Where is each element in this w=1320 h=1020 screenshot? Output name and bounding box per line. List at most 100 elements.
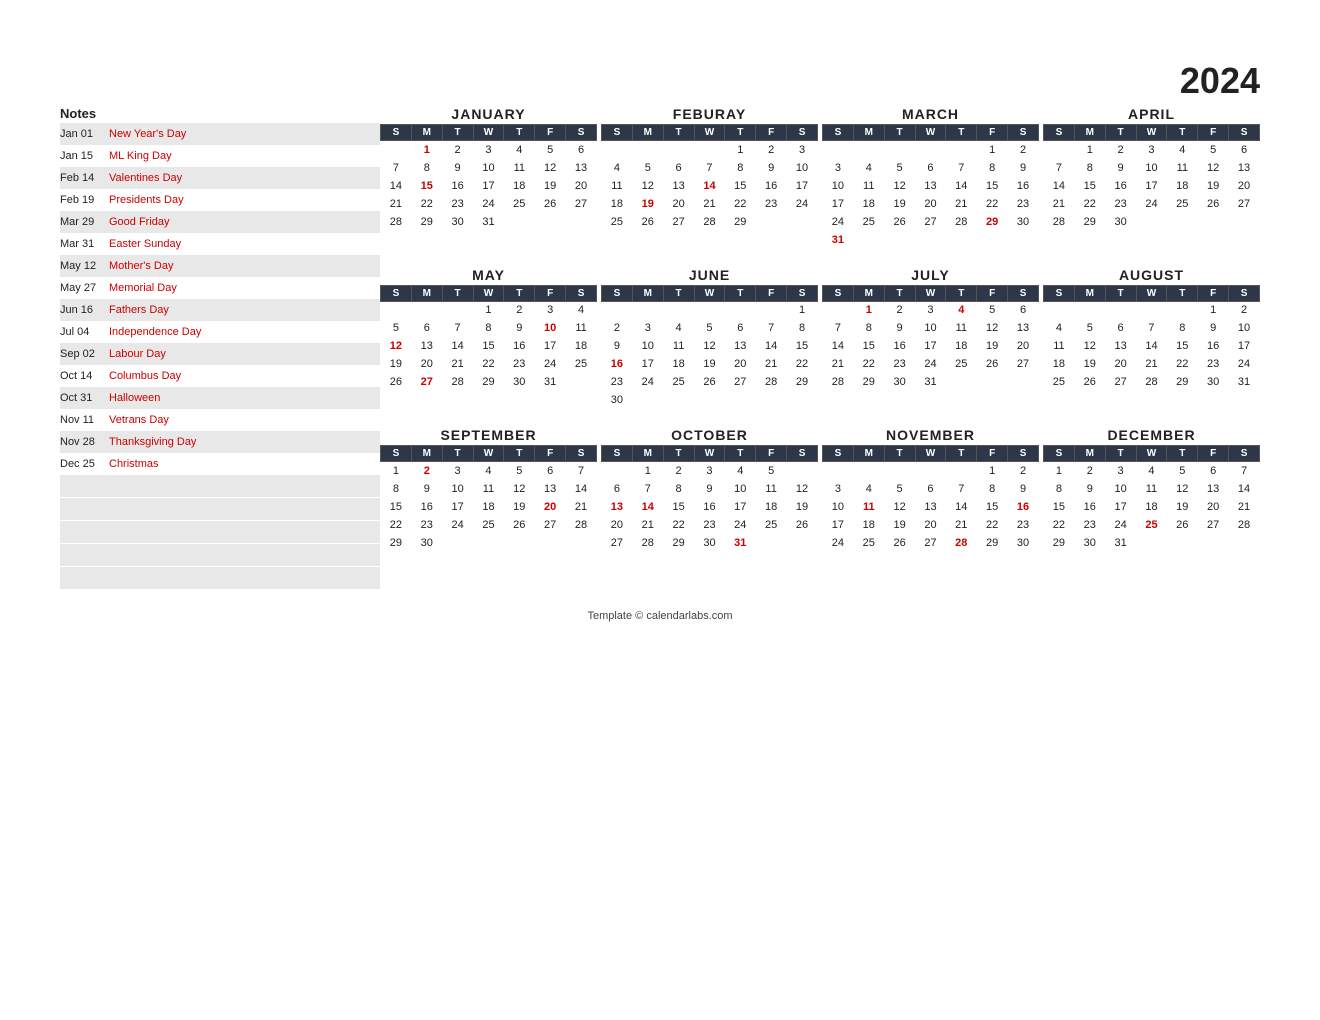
- table-row: 45678910: [602, 159, 818, 177]
- table-row: 12: [1044, 301, 1260, 319]
- table-row: 293031: [1044, 534, 1260, 552]
- holiday-date: Oct 14: [60, 370, 105, 382]
- holiday-row: Jan 15ML King Day: [60, 145, 380, 167]
- table-row: 78910111213: [823, 319, 1039, 337]
- holiday-row: Jul 04Independence Day: [60, 321, 380, 343]
- holiday-date: Jul 04: [60, 326, 105, 338]
- table-row: 14151617181920: [823, 337, 1039, 355]
- table-row: 22232425262728: [1044, 516, 1260, 534]
- table-row: 891011121314: [381, 480, 597, 498]
- month-april: APRIL SMTWTFS 123456 78910111213: [1043, 106, 1260, 249]
- note-blank-1: [60, 475, 380, 497]
- table-row: 11121314151617: [602, 177, 818, 195]
- table-row: 891011121314: [1044, 480, 1260, 498]
- notes-panel: Notes Jan 01New Year's DayJan 15ML King …: [60, 106, 380, 590]
- table-row: 2728293031: [602, 534, 818, 552]
- holiday-date: Sep 02: [60, 348, 105, 360]
- holiday-name: Good Friday: [105, 216, 380, 228]
- table-row: 28293031: [381, 213, 597, 231]
- table-row: 123456: [823, 301, 1039, 319]
- table-row: 31: [823, 231, 1039, 249]
- holiday-name: Halloween: [105, 392, 380, 404]
- table-row: 11121314151617: [1044, 337, 1260, 355]
- table-row: 22232425262728: [381, 516, 597, 534]
- calendars-panel: JANUARY SMTWTFS 123456 78910111213: [380, 106, 1260, 590]
- main-layout: Notes Jan 01New Year's DayJan 15ML King …: [60, 106, 1260, 590]
- table-row: 6789101112: [602, 480, 818, 498]
- holiday-name: Fathers Day: [105, 304, 380, 316]
- note-blank-4: [60, 544, 380, 566]
- table-row: 12345: [602, 462, 818, 480]
- holiday-name: Mother's Day: [105, 260, 380, 272]
- table-row: 1: [602, 301, 818, 319]
- holiday-name: Independence Day: [105, 326, 380, 338]
- holiday-date: Nov 11: [60, 414, 105, 426]
- note-blank-2: [60, 498, 380, 520]
- table-row: 25262728293031: [1044, 373, 1260, 391]
- calendar-row-2: MAY SMTWTFS 1234 567891011: [380, 267, 1260, 410]
- table-row: 19202122232425: [381, 355, 597, 373]
- month-october: OCTOBER SMTWTFS 12345 6789101112: [601, 427, 818, 552]
- month-september: SEPTEMBER SMTWTFS 1234567 891011121314: [380, 427, 597, 552]
- table-row: 123456: [381, 141, 597, 159]
- table-row: 12: [823, 462, 1039, 480]
- holiday-name: Christmas: [105, 458, 380, 470]
- notes-header: Notes: [60, 106, 380, 121]
- table-row: 78910111213: [381, 159, 597, 177]
- holiday-name: Columbus Day: [105, 370, 380, 382]
- holiday-date: Mar 31: [60, 238, 105, 250]
- table-row: 15161718192021: [1044, 498, 1260, 516]
- holiday-row: Mar 29Good Friday: [60, 211, 380, 233]
- page: 2024 Notes Jan 01New Year's DayJan 15ML …: [0, 0, 1320, 1020]
- holiday-name: New Year's Day: [105, 128, 380, 140]
- holiday-row: Sep 02Labour Day: [60, 343, 380, 365]
- table-row: 3456789: [823, 159, 1039, 177]
- holiday-date: Dec 25: [60, 458, 105, 470]
- table-row: 24252627282930: [823, 534, 1039, 552]
- holiday-row: Jan 01New Year's Day: [60, 123, 380, 145]
- holiday-name: Memorial Day: [105, 282, 380, 294]
- holiday-row: Jun 16Fathers Day: [60, 299, 380, 321]
- holiday-name: Vetrans Day: [105, 414, 380, 426]
- table-row: 18192021222324: [602, 195, 818, 213]
- table-row: 10111213141516: [823, 177, 1039, 195]
- holiday-name: ML King Day: [105, 150, 380, 162]
- table-row: 123456: [1044, 141, 1260, 159]
- month-august: AUGUST SMTWTFS 12 45678910: [1043, 267, 1260, 410]
- table-row: 1234567: [1044, 462, 1260, 480]
- table-row: 14151617181920: [381, 177, 597, 195]
- calendar-row-1: JANUARY SMTWTFS 123456 78910111213: [380, 106, 1260, 249]
- table-row: 15161718192021: [381, 498, 597, 516]
- table-row: 21222324252627: [1044, 195, 1260, 213]
- month-january: JANUARY SMTWTFS 123456 78910111213: [380, 106, 597, 249]
- table-row: 2930: [381, 534, 597, 552]
- holiday-row: Feb 14Valentines Day: [60, 167, 380, 189]
- month-february: FEBURAY SMTWTFS 123 45678910: [601, 106, 818, 249]
- holiday-date: Mar 29: [60, 216, 105, 228]
- table-row: 123: [602, 141, 818, 159]
- table-row: 2526272829: [602, 213, 818, 231]
- table-row: 1234567: [381, 462, 597, 480]
- table-row: 16171819202122: [602, 355, 818, 373]
- holiday-row: Oct 14Columbus Day: [60, 365, 380, 387]
- table-row: 12: [823, 141, 1039, 159]
- table-row: 14151617181920: [1044, 177, 1260, 195]
- holiday-row: Oct 31Halloween: [60, 387, 380, 409]
- holiday-date: Feb 19: [60, 194, 105, 206]
- table-row: 78910111213: [1044, 159, 1260, 177]
- month-november: NOVEMBER SMTWTFS 12 3456789: [822, 427, 1039, 552]
- table-row: 567891011: [381, 319, 597, 337]
- holiday-name: Valentines Day: [105, 172, 380, 184]
- month-december: DECEMBER SMTWTFS 1234567 891011121314: [1043, 427, 1260, 552]
- table-row: 24252627282930: [823, 213, 1039, 231]
- note-blank-3: [60, 521, 380, 543]
- table-row: 21222324252627: [823, 355, 1039, 373]
- holiday-name: Labour Day: [105, 348, 380, 360]
- month-july: JULY SMTWTFS 123456 78910111213: [822, 267, 1039, 410]
- table-row: 9101112131415: [602, 337, 818, 355]
- holiday-row: May 27Memorial Day: [60, 277, 380, 299]
- holiday-row: Nov 28Thanksgiving Day: [60, 431, 380, 453]
- table-row: 10111213141516: [823, 498, 1039, 516]
- table-row: 18192021222324: [1044, 355, 1260, 373]
- table-row: 3456789: [823, 480, 1039, 498]
